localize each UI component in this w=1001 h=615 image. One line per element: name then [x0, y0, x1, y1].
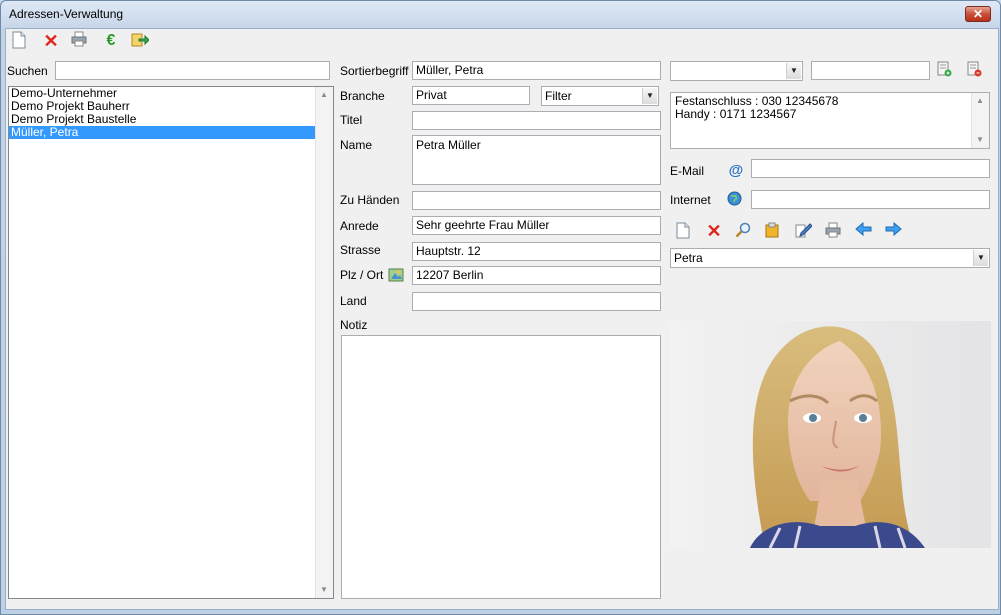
- chevron-down-icon[interactable]: ▼: [642, 88, 657, 104]
- arrow-right-icon[interactable]: [885, 222, 903, 240]
- phone-number-field[interactable]: [811, 61, 930, 80]
- print-person-icon[interactable]: [825, 222, 843, 240]
- phone-type-dropdown[interactable]: ▼: [670, 61, 803, 81]
- filter-dropdown[interactable]: Filter ▼: [541, 86, 659, 106]
- notiz-field[interactable]: [341, 335, 661, 599]
- scroll-down-arrow-icon[interactable]: ▼: [316, 582, 332, 598]
- close-button[interactable]: ✕: [965, 6, 991, 22]
- globe-icon[interactable]: [727, 191, 745, 209]
- scroll-up-arrow-icon[interactable]: ▲: [316, 87, 332, 103]
- at-sign-icon[interactable]: @: [727, 162, 745, 180]
- phone-line: Handy : 0171 1234567: [675, 107, 797, 121]
- name-field[interactable]: Petra Müller: [412, 135, 661, 185]
- land-field[interactable]: [412, 292, 661, 311]
- plz-ort-field[interactable]: 12207 Berlin: [412, 266, 661, 285]
- person-value: Petra: [674, 251, 703, 265]
- add-phone-icon[interactable]: [936, 61, 954, 79]
- chevron-down-icon[interactable]: ▼: [786, 63, 801, 79]
- strasse-field[interactable]: Hauptstr. 12: [412, 242, 661, 261]
- search-icon[interactable]: [735, 222, 753, 240]
- new-person-icon[interactable]: [676, 222, 694, 240]
- anrede-field[interactable]: Sehr geehrte Frau Müller: [412, 216, 661, 235]
- phone-list[interactable]: Festanschluss : 030 12345678 Handy : 017…: [670, 92, 990, 149]
- client-area: ✕ € Suchen Demo-Unternehmer Demo Projekt …: [5, 28, 999, 610]
- scroll-up-arrow-icon[interactable]: ▲: [972, 93, 988, 109]
- email-field[interactable]: [751, 159, 990, 178]
- scroll-down-arrow-icon[interactable]: ▼: [972, 132, 988, 148]
- delete-icon[interactable]: ✕: [41, 31, 61, 51]
- chevron-down-icon[interactable]: ▼: [973, 250, 988, 266]
- window-title: Adressen-Verwaltung: [9, 7, 124, 21]
- remove-phone-icon[interactable]: [966, 61, 984, 79]
- zu-haenden-field[interactable]: [412, 191, 661, 210]
- zu-haenden-label: Zu Händen: [340, 193, 400, 207]
- branche-field[interactable]: Privat: [412, 86, 530, 105]
- address-list-items: Demo-Unternehmer Demo Projekt Bauherr Demo…: [9, 87, 333, 139]
- list-item[interactable]: Müller, Petra: [9, 126, 333, 139]
- address-list[interactable]: Demo-Unternehmer Demo Projekt Bauherr Demo…: [8, 86, 334, 599]
- plz-ort-label: Plz / Ort: [340, 268, 384, 282]
- edit-document-icon[interactable]: [795, 222, 813, 240]
- land-label: Land: [340, 294, 367, 308]
- sortierbegriff-label: Sortierbegriff: [340, 64, 409, 78]
- title-bar: Adressen-Verwaltung ✕: [1, 1, 1000, 28]
- strasse-label: Strasse: [340, 243, 381, 257]
- list-scrollbar[interactable]: ▲ ▼: [315, 87, 333, 598]
- search-label: Suchen: [7, 64, 48, 78]
- anrede-label: Anrede: [340, 219, 379, 233]
- titel-field[interactable]: [412, 111, 661, 130]
- clipboard-icon[interactable]: [765, 222, 783, 240]
- arrow-left-icon[interactable]: [855, 222, 873, 240]
- delete-person-icon[interactable]: ✕: [705, 222, 723, 240]
- new-document-icon[interactable]: [11, 31, 31, 51]
- notiz-label: Notiz: [340, 318, 368, 332]
- filter-value: Filter: [545, 89, 572, 103]
- main-window: Adressen-Verwaltung ✕ ✕ € Suchen Demo-Un…: [0, 0, 1001, 615]
- internet-field[interactable]: [751, 190, 990, 209]
- person-photo: [670, 321, 991, 548]
- name-label: Name: [340, 138, 373, 152]
- map-icon[interactable]: [388, 267, 406, 285]
- export-icon[interactable]: [131, 31, 151, 51]
- titel-label: Titel: [340, 113, 363, 127]
- euro-icon[interactable]: €: [101, 31, 121, 51]
- email-label: E-Mail: [670, 164, 705, 178]
- search-input[interactable]: [55, 61, 330, 80]
- internet-label: Internet: [670, 193, 711, 207]
- phone-list-scrollbar[interactable]: ▲ ▼: [971, 93, 989, 148]
- sortierbegriff-field[interactable]: Müller, Petra: [412, 61, 661, 80]
- print-icon[interactable]: [71, 31, 91, 51]
- branche-label: Branche: [340, 89, 385, 103]
- person-dropdown[interactable]: Petra ▼: [670, 248, 990, 268]
